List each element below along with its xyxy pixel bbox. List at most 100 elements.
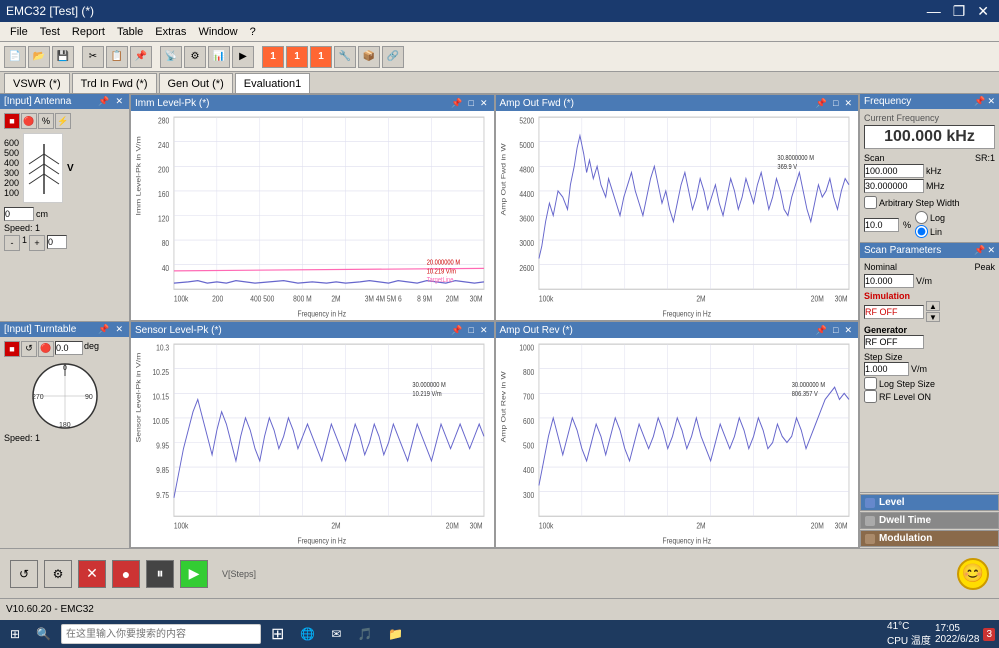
freq-pin-btn[interactable]: 📌 [974, 96, 985, 107]
scan-pin-btn[interactable]: 📌 [974, 245, 985, 256]
step-val-input[interactable] [864, 218, 899, 232]
turntable-btn2[interactable]: ↺ [21, 341, 37, 357]
toolbar-extra2[interactable]: 📦 [358, 46, 380, 68]
antenna-btn3[interactable]: % [38, 113, 54, 129]
menu-report[interactable]: Report [66, 26, 111, 38]
toolbar-chart[interactable]: 📊 [208, 46, 230, 68]
tab-trd[interactable]: Trd In Fwd (*) [72, 73, 157, 93]
toolbar-new[interactable]: 📄 [4, 46, 26, 68]
freq-scan-val1-input[interactable] [864, 164, 924, 178]
menu-window[interactable]: Window [192, 26, 243, 38]
ctrl-restart[interactable]: ↺ [10, 560, 38, 588]
turntable-panel-header: [Input] Turntable 📌 ✕ [0, 322, 129, 337]
simulation-input[interactable] [864, 305, 924, 319]
toolbar-1[interactable]: 1 [262, 46, 284, 68]
ctrl-pause[interactable]: ⏸ [146, 560, 174, 588]
taskbar-apps[interactable]: ⊞ [265, 622, 290, 646]
antenna-range-label: 600500400300200100 [4, 138, 19, 198]
ctrl-play[interactable]: ▶ [180, 560, 208, 588]
lin-radio[interactable] [915, 225, 928, 238]
turntable-btn3[interactable]: 🔴 [38, 341, 54, 357]
turntable-angle-input[interactable] [55, 341, 83, 355]
taskbar-media[interactable]: 🎵 [351, 625, 378, 643]
antenna-btn2[interactable]: 🔴 [21, 113, 37, 129]
nominal-val-input[interactable] [864, 274, 914, 288]
level-item[interactable]: Level [860, 494, 999, 511]
turntable-close-btn[interactable]: ✕ [113, 324, 125, 335]
dwell-time-item[interactable]: Dwell Time [860, 512, 999, 529]
menu-test[interactable]: Test [34, 26, 66, 38]
taskbar-browser[interactable]: 🌐 [294, 625, 321, 643]
simulation-up-btn[interactable]: ▲ [926, 301, 940, 311]
chart-amprev-close[interactable]: ✕ [842, 325, 854, 336]
turntable-pin-btn[interactable]: 📌 [96, 324, 111, 335]
antenna-close-btn[interactable]: ✕ [113, 96, 125, 107]
freq-scan-val2-input[interactable] [864, 179, 924, 193]
start-button[interactable]: ⊞ [4, 625, 26, 643]
antenna-btn1[interactable]: ■ [4, 113, 20, 129]
chart-amprev-pin[interactable]: 📌 [814, 325, 829, 336]
simulation-down-btn[interactable]: ▼ [926, 312, 940, 322]
taskbar-mail[interactable]: ✉ [325, 625, 347, 643]
chart-ampfwd-close[interactable]: ✕ [842, 98, 854, 109]
log-radio[interactable] [915, 211, 928, 224]
chart-imm-pin[interactable]: 📌 [449, 98, 464, 109]
menu-table[interactable]: Table [111, 26, 149, 38]
chart-imm-close[interactable]: ✕ [478, 98, 490, 109]
log-step-checkbox[interactable] [864, 377, 877, 390]
toolbar-paste[interactable]: 📌 [130, 46, 152, 68]
minimize-button[interactable]: — [923, 3, 945, 20]
toolbar-open[interactable]: 📂 [28, 46, 50, 68]
menu-file[interactable]: File [4, 26, 34, 38]
svg-text:500: 500 [523, 441, 534, 451]
toolbar-extra1[interactable]: 🔧 [334, 46, 356, 68]
antenna-position-input[interactable] [4, 207, 34, 221]
ctrl-record[interactable]: ● [112, 560, 140, 588]
chart-sensor-header: Sensor Level-Pk (*) 📌 □ ✕ [131, 322, 494, 338]
turntable-btn1[interactable]: ■ [4, 341, 20, 357]
antenna-btn4[interactable]: ⚡ [55, 113, 71, 129]
chart-sensor-max[interactable]: □ [467, 325, 476, 336]
toolbar-2[interactable]: 1 [286, 46, 308, 68]
toolbar-run[interactable]: ▶ [232, 46, 254, 68]
toolbar-cut[interactable]: ✂ [82, 46, 104, 68]
rf-level-checkbox[interactable] [864, 390, 877, 403]
scan-close-btn[interactable]: ✕ [987, 245, 995, 256]
antenna-speed-dec[interactable]: - [4, 235, 20, 251]
toolbar-settings[interactable]: ⚙ [184, 46, 206, 68]
svg-text:160: 160 [158, 189, 169, 199]
toolbar-extra3[interactable]: 🔗 [382, 46, 404, 68]
svg-text:4800: 4800 [519, 165, 534, 175]
chart-sensor-close[interactable]: ✕ [478, 325, 490, 336]
tab-gen[interactable]: Gen Out (*) [159, 73, 233, 93]
taskbar-search-input[interactable] [61, 624, 261, 644]
menu-help[interactable]: ? [244, 26, 262, 38]
taskbar-files[interactable]: 📁 [382, 625, 409, 643]
close-button[interactable]: ✕ [973, 3, 993, 20]
menu-extras[interactable]: Extras [149, 26, 192, 38]
freq-close-btn[interactable]: ✕ [987, 96, 995, 107]
toolbar-3[interactable]: 1 [310, 46, 332, 68]
generator-input[interactable] [864, 335, 924, 349]
maximize-button[interactable]: ❐ [949, 3, 970, 20]
toolbar-antenna[interactable]: 📡 [160, 46, 182, 68]
search-button[interactable]: 🔍 [30, 625, 57, 643]
chart-amprev-max[interactable]: □ [831, 325, 840, 336]
ctrl-stop[interactable]: ✕ [78, 560, 106, 588]
antenna-pin-btn[interactable]: 📌 [96, 96, 111, 107]
toolbar-save[interactable]: 💾 [52, 46, 74, 68]
toolbar-copy[interactable]: 📋 [106, 46, 128, 68]
tab-vswr[interactable]: VSWR (*) [4, 73, 70, 93]
antenna-speed-inc[interactable]: + [29, 235, 45, 251]
arbitrary-step-checkbox[interactable] [864, 196, 877, 209]
chart-ampfwd-pin[interactable]: 📌 [814, 98, 829, 109]
antenna-extra-input[interactable] [47, 235, 67, 249]
stepsize-input[interactable] [864, 362, 909, 376]
modulation-item[interactable]: Modulation [860, 530, 999, 547]
chart-ampfwd-max[interactable]: □ [831, 98, 840, 109]
tab-evaluation[interactable]: Evaluation1 [235, 73, 311, 93]
ctrl-settings[interactable]: ⚙ [44, 560, 72, 588]
simulation-section: Simulation ▲ ▼ [864, 291, 995, 322]
chart-sensor-pin[interactable]: 📌 [449, 325, 464, 336]
chart-imm-max[interactable]: □ [467, 98, 476, 109]
